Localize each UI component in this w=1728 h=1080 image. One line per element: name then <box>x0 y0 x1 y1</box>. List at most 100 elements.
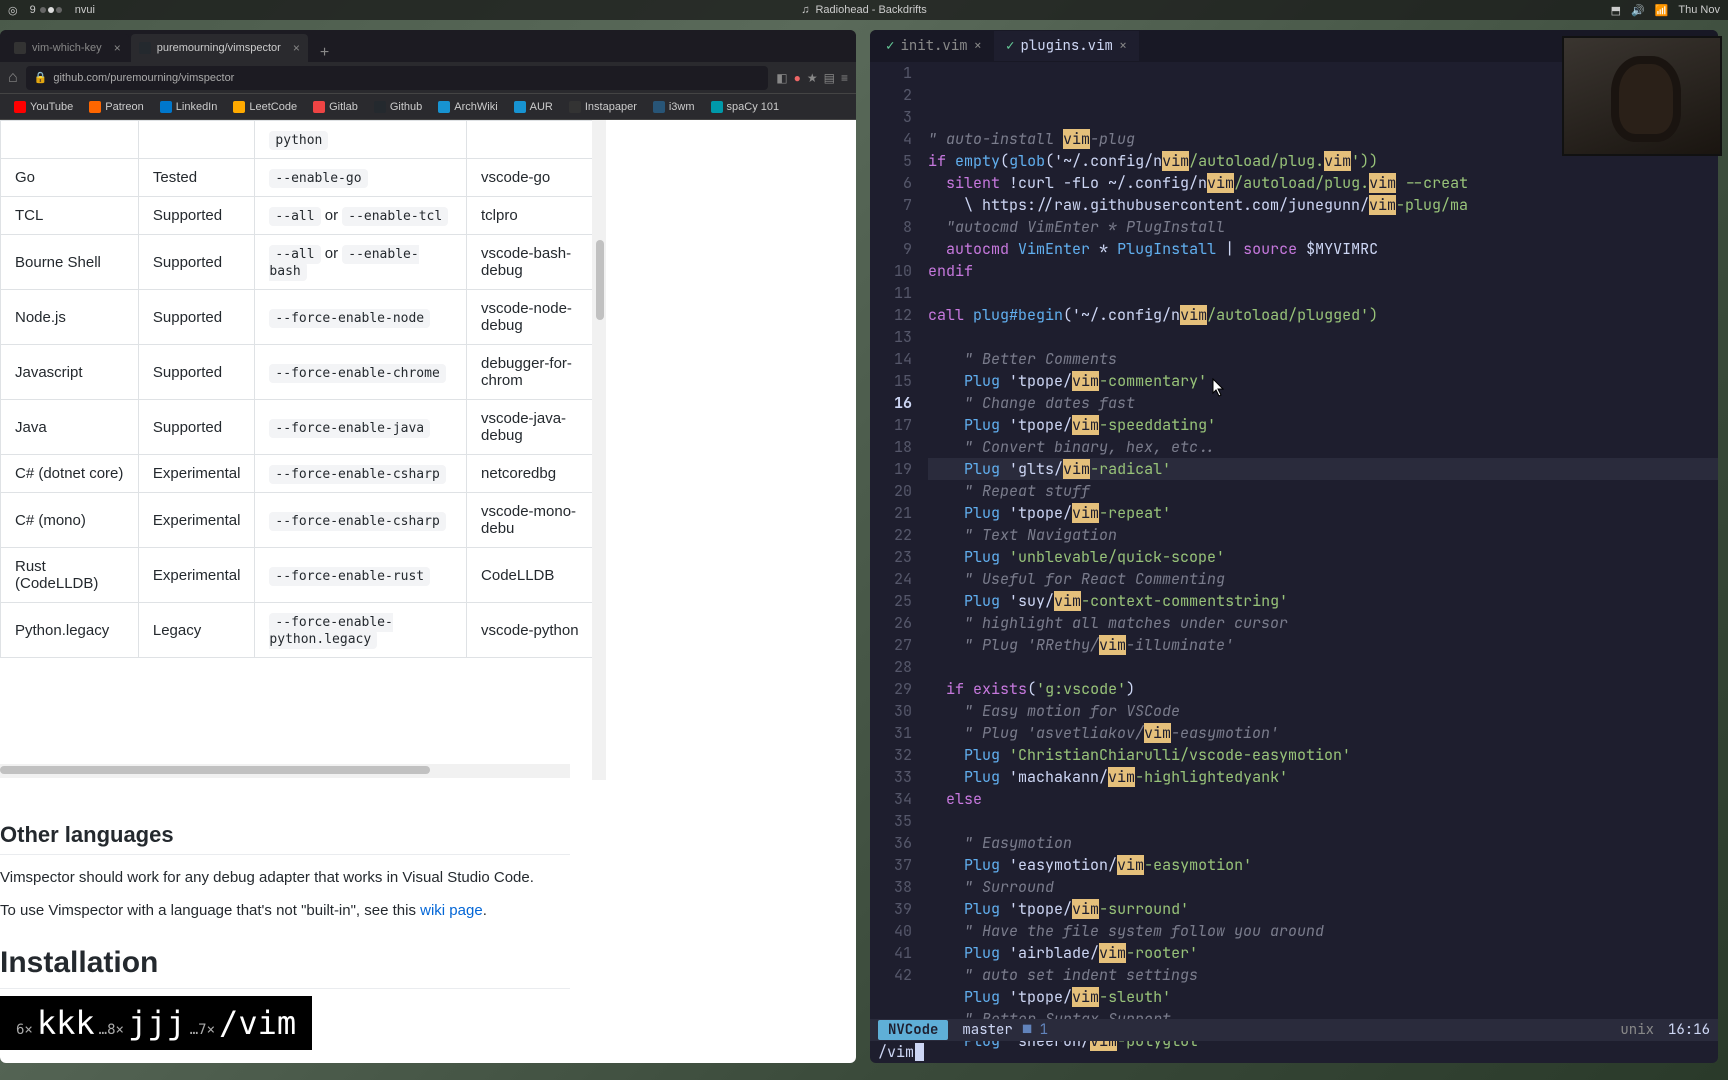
browser-window: vim-which-key × puremourning/vimspector … <box>0 30 856 1063</box>
buffer-tab[interactable]: ✓ init.vim × <box>874 31 994 61</box>
scroll-thumb[interactable] <box>0 766 430 774</box>
extension-icon[interactable]: ◧ <box>776 71 787 85</box>
workspace-indicator[interactable]: 9 <box>30 4 63 16</box>
section-heading: Other languages <box>0 822 570 855</box>
bookmark-item[interactable]: Github <box>368 98 428 116</box>
code-line[interactable]: Plug 'tpope/vim-repeat' <box>928 502 1718 524</box>
bookmark-item[interactable]: Instapaper <box>563 98 643 116</box>
code-line[interactable]: \ https://raw.githubusercontent.com/june… <box>928 194 1718 216</box>
app-title: nvui <box>75 4 95 16</box>
code-line[interactable] <box>928 282 1718 304</box>
cursor <box>915 1043 924 1061</box>
code-line[interactable]: " Easy motion for VSCode <box>928 700 1718 722</box>
bookmark-item[interactable]: LinkedIn <box>154 98 224 116</box>
table-row: Python.legacyLegacy--force-enable-python… <box>1 603 606 658</box>
wiki-link[interactable]: wiki page <box>420 902 483 919</box>
diagnostic-icon: ■ 1 <box>1023 1021 1048 1039</box>
close-icon[interactable]: × <box>293 41 300 55</box>
code-line[interactable] <box>928 656 1718 678</box>
bookmark-item[interactable]: ArchWiki <box>432 98 503 116</box>
code-line[interactable]: "autocmd VimEnter * PlugInstall <box>928 216 1718 238</box>
browser-tab[interactable]: vim-which-key × <box>6 34 129 62</box>
code-line[interactable]: " Convert binary, hex, etc.. <box>928 436 1718 458</box>
command-line[interactable]: /vim <box>870 1041 1718 1063</box>
code-line[interactable]: " auto set indent settings <box>928 964 1718 986</box>
code-line[interactable]: " Better Comments <box>928 348 1718 370</box>
close-icon[interactable]: × <box>1119 37 1127 55</box>
extension-icon[interactable]: ▤ <box>824 71 835 85</box>
table-row: JavaSupported--force-enable-javavscode-j… <box>1 400 606 455</box>
code-line[interactable]: silent !curl -fLo ~/.config/nvim/autoloa… <box>928 172 1718 194</box>
code-line[interactable] <box>928 326 1718 348</box>
bookmark-item[interactable]: LeetCode <box>227 98 303 116</box>
code-line[interactable]: " Repeat stuff <box>928 480 1718 502</box>
line-gutter: 1234567891011121314151617181920212223242… <box>870 62 920 986</box>
bookmark-item[interactable]: spaCy 101 <box>705 98 786 116</box>
clock[interactable]: Thu Nov <box>1678 4 1720 16</box>
close-icon[interactable]: × <box>114 41 121 55</box>
tray-icon[interactable]: 📶 <box>1655 4 1669 17</box>
close-icon[interactable]: × <box>974 37 982 55</box>
code-line[interactable]: Plug 'tpope/vim-surround' <box>928 898 1718 920</box>
code-line[interactable]: " Text Navigation <box>928 524 1718 546</box>
code-line[interactable] <box>928 810 1718 832</box>
bookmark-item[interactable]: i3wm <box>647 98 701 116</box>
scroll-thumb[interactable] <box>596 240 604 320</box>
code-line[interactable]: Plug 'ChristianChiarulli/vscode-easymoti… <box>928 744 1718 766</box>
code-line[interactable]: " Plug 'asvetliakov/vim-easymotion' <box>928 722 1718 744</box>
activities-icon[interactable]: ◎ <box>8 4 18 17</box>
new-tab-button[interactable]: + <box>310 44 339 62</box>
extension-icon[interactable]: ● <box>794 71 801 85</box>
code-line[interactable]: " Have the file system follow you around <box>928 920 1718 942</box>
url-text: github.com/puremourning/vimspector <box>53 72 234 84</box>
code-line[interactable]: " Plug 'RRethy/vim-illuminate' <box>928 634 1718 656</box>
code-line[interactable]: else <box>928 788 1718 810</box>
url-input[interactable]: 🔒 github.com/puremourning/vimspector <box>26 66 769 90</box>
code-line[interactable]: if exists('g:vscode') <box>928 678 1718 700</box>
code-line[interactable]: autocmd VimEnter * PlugInstall | source … <box>928 238 1718 260</box>
tray-icon[interactable]: ⬒ <box>1611 4 1621 17</box>
code-line[interactable]: " Easymotion <box>928 832 1718 854</box>
code-line[interactable]: " highlight all matches under cursor <box>928 612 1718 634</box>
code-line[interactable]: Plug 'unblevable/quick-scope' <box>928 546 1718 568</box>
table-row: C# (dotnet core)Experimental--force-enab… <box>1 455 606 493</box>
bookmark-item[interactable]: AUR <box>508 98 559 116</box>
tray-icon[interactable]: 🔊 <box>1631 4 1645 17</box>
code-line[interactable]: Plug 'tpope/vim-commentary' <box>928 370 1718 392</box>
code-line[interactable]: " Surround <box>928 876 1718 898</box>
lock-icon: 🔒 <box>34 71 48 84</box>
code-line[interactable]: Plug 'tpope/vim-sleuth' <box>928 986 1718 1008</box>
file-format: unix <box>1620 1021 1654 1039</box>
code-line[interactable]: Plug 'airblade/vim-rooter' <box>928 942 1718 964</box>
table-row: GoTested--enable-govscode-go <box>1 159 606 197</box>
bookmark-item[interactable]: Patreon <box>83 98 150 116</box>
cursor-position: 16:16 <box>1668 1021 1710 1039</box>
menu-icon[interactable]: ≡ <box>841 71 848 85</box>
bookmark-item[interactable]: Gitlab <box>307 98 364 116</box>
code-line[interactable]: Plug 'tpope/vim-speeddating' <box>928 414 1718 436</box>
page-content: pythonGoTested--enable-govscode-goTCLSup… <box>0 120 856 1063</box>
now-playing[interactable]: Radiohead - Backdrifts <box>815 4 926 16</box>
code-line[interactable]: " Useful for React Commenting <box>928 568 1718 590</box>
browser-tab-active[interactable]: puremourning/vimspector × <box>131 34 308 62</box>
buffer-tab-active[interactable]: ✓ plugins.vim × <box>994 31 1139 61</box>
code-line[interactable]: Plug 'machakann/vim-highlightedyank' <box>928 766 1718 788</box>
branch-name: master <box>962 1021 1012 1039</box>
code-line[interactable]: Plug 'easymotion/vim-easymotion' <box>928 854 1718 876</box>
vim-icon: ✓ <box>1006 37 1014 55</box>
bookmark-item[interactable]: YouTube <box>8 98 79 116</box>
editor-area[interactable]: 1234567891011121314151617181920212223242… <box>870 62 1718 1035</box>
code-line[interactable]: endif <box>928 260 1718 282</box>
scrollbar-vertical[interactable] <box>592 120 606 780</box>
code-line[interactable]: " Change dates fast <box>928 392 1718 414</box>
extension-icon[interactable]: ★ <box>807 71 818 85</box>
code-line[interactable]: call plug#begin('~/.config/nvim/autoload… <box>928 304 1718 326</box>
languages-table: pythonGoTested--enable-govscode-goTCLSup… <box>0 120 606 658</box>
code-line[interactable]: Plug 'suy/vim-context-commentstring' <box>928 590 1718 612</box>
code-line[interactable]: Plug 'glts/vim-radical' <box>928 458 1718 480</box>
table-row: JavascriptSupported--force-enable-chrome… <box>1 345 606 400</box>
scrollbar-horizontal[interactable] <box>0 764 570 778</box>
home-icon[interactable]: ⌂ <box>8 69 18 87</box>
table-row: Bourne ShellSupported--all or --enable-b… <box>1 235 606 290</box>
table-row: Node.jsSupported--force-enable-nodevscod… <box>1 290 606 345</box>
